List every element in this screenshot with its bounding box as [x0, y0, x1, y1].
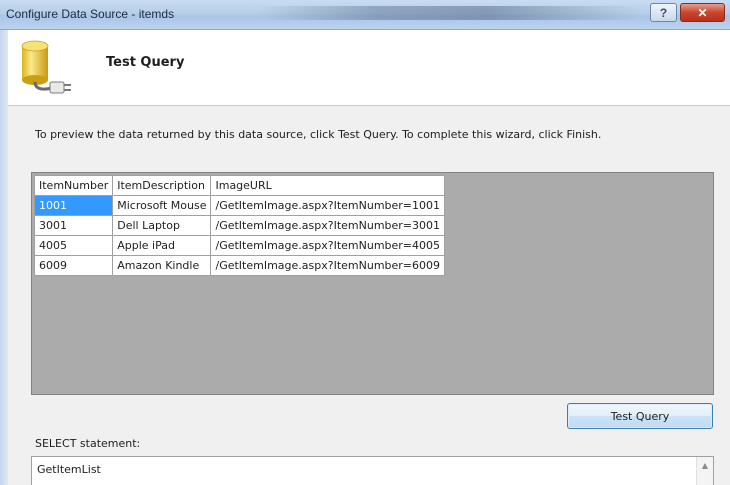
test-query-button[interactable]: Test Query [567, 403, 713, 429]
table-row[interactable]: 3001 Dell Laptop /GetItemImage.aspx?Item… [33, 215, 446, 236]
table-cell[interactable]: 6009 [33, 255, 114, 276]
select-statement-value: GetItemList [37, 463, 101, 476]
select-statement-label: SELECT statement: [35, 437, 141, 450]
header-row: ItemNumber ItemDescription ImageURL [33, 175, 446, 196]
instructions-text: To preview the data returned by this dat… [35, 128, 602, 141]
column-header-imageurl[interactable]: ImageURL [210, 175, 446, 196]
table-cell[interactable]: Dell Laptop [112, 215, 212, 236]
results-grid[interactable]: ItemNumber ItemDescription ImageURL 1001… [31, 172, 714, 395]
page-title: Test Query [106, 55, 185, 70]
help-icon: ? [659, 5, 668, 20]
title-bar[interactable]: Configure Data Source - itemds ? ✕ [0, 0, 730, 30]
title-bar-glass [260, 6, 640, 20]
results-table: ItemNumber ItemDescription ImageURL 1001… [33, 175, 446, 276]
window-border [0, 30, 8, 485]
table-cell[interactable]: /GetItemImage.aspx?ItemNumber=1001 [210, 195, 446, 216]
table-cell[interactable]: Apple iPad [112, 235, 212, 256]
scroll-up-arrow-icon[interactable]: ▲ [696, 457, 713, 485]
column-header-itemnumber[interactable]: ItemNumber [33, 175, 114, 196]
column-header-itemdescription[interactable]: ItemDescription [112, 175, 212, 196]
close-button[interactable]: ✕ [680, 3, 725, 22]
table-cell[interactable]: Amazon Kindle [112, 255, 212, 276]
table-cell[interactable]: Microsoft Mouse [112, 195, 212, 216]
database-connector-icon [21, 40, 71, 94]
table-row[interactable]: 4005 Apple iPad /GetItemImage.aspx?ItemN… [33, 235, 446, 256]
wizard-header: Test Query [8, 30, 730, 105]
select-statement-field[interactable]: GetItemList ▲ [31, 456, 714, 485]
help-button[interactable]: ? [650, 3, 677, 22]
table-cell[interactable]: 4005 [33, 235, 114, 256]
table-cell[interactable]: /GetItemImage.aspx?ItemNumber=6009 [210, 255, 446, 276]
table-cell[interactable]: /GetItemImage.aspx?ItemNumber=4005 [210, 235, 446, 256]
table-cell[interactable]: /GetItemImage.aspx?ItemNumber=3001 [210, 215, 446, 236]
window-title: Configure Data Source - itemds [6, 7, 175, 21]
table-row[interactable]: 1001 Microsoft Mouse /GetItemImage.aspx?… [33, 195, 446, 216]
table-cell[interactable]: 3001 [33, 215, 114, 236]
close-icon: ✕ [697, 5, 708, 20]
table-cell[interactable]: 1001 [33, 195, 114, 216]
table-row[interactable]: 6009 Amazon Kindle /GetItemImage.aspx?It… [33, 255, 446, 276]
